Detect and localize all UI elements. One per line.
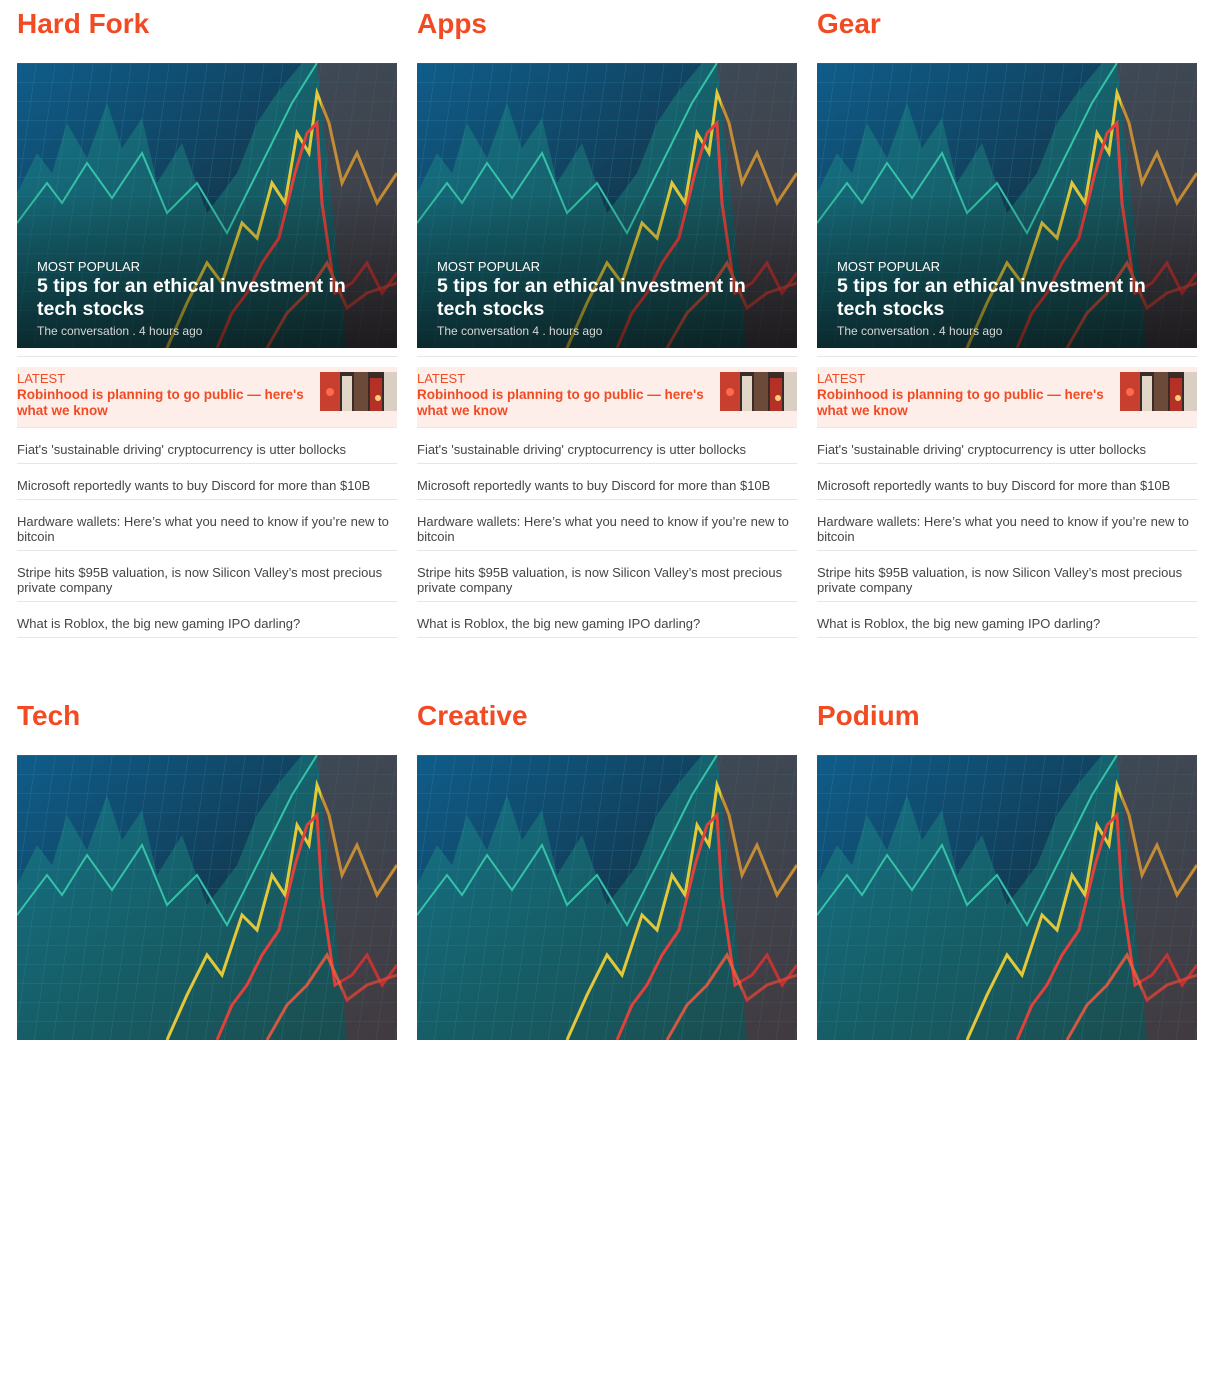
hero-text: Most popular 5 tips for an ethical inves… — [837, 259, 1177, 339]
section-title[interactable]: Tech — [17, 692, 397, 755]
hero-card[interactable] — [417, 755, 797, 1040]
section-tech: Tech — [17, 692, 397, 1384]
section-title[interactable]: Apps — [417, 0, 797, 63]
section-title[interactable]: Gear — [817, 0, 1197, 63]
divider — [817, 356, 1197, 357]
list-item[interactable]: Stripe hits $95B valuation, is now Silic… — [417, 551, 797, 602]
latest-title[interactable]: Robinhood is planning to go public — her… — [17, 387, 317, 419]
list-item[interactable]: Fiat's 'sustainable driving' cryptocurre… — [817, 428, 1197, 464]
latest-title[interactable]: Robinhood is planning to go public — her… — [417, 387, 717, 419]
list-item[interactable]: Fiat's 'sustainable driving' cryptocurre… — [17, 428, 397, 464]
hero-text: Most popular 5 tips for an ethical inves… — [37, 259, 377, 339]
section-creative: Creative — [417, 692, 797, 1384]
hero-kicker: Most popular — [437, 259, 541, 274]
divider — [417, 356, 797, 357]
article-list: Fiat's 'sustainable driving' cryptocurre… — [17, 428, 397, 638]
list-item[interactable]: Hardware wallets: Here’s what you need t… — [17, 500, 397, 551]
hero-card[interactable]: Most popular 5 tips for an ethical inves… — [17, 63, 397, 348]
hero-card[interactable] — [817, 755, 1197, 1040]
list-item[interactable]: What is Roblox, the big new gaming IPO d… — [17, 602, 397, 638]
latest-thumbnail[interactable] — [720, 372, 797, 411]
list-item[interactable]: Microsoft reportedly wants to buy Discor… — [817, 464, 1197, 500]
list-item[interactable]: Hardware wallets: Here’s what you need t… — [417, 500, 797, 551]
latest-thumbnail[interactable] — [1120, 372, 1197, 411]
hero-title[interactable]: 5 tips for an ethical investment in tech… — [37, 275, 377, 321]
latest-title[interactable]: Robinhood is planning to go public — her… — [817, 387, 1117, 419]
hero-kicker: Most popular — [837, 259, 941, 274]
hero-meta: The conversation . 4 hours ago — [37, 324, 203, 338]
hero-image — [817, 755, 1197, 1040]
latest-card[interactable]: Latest Robinhood is planning to go publi… — [417, 367, 797, 428]
hero-card[interactable]: Most popular 5 tips for an ethical inves… — [417, 63, 797, 348]
article-list: Fiat's 'sustainable driving' cryptocurre… — [817, 428, 1197, 638]
list-item[interactable]: What is Roblox, the big new gaming IPO d… — [817, 602, 1197, 638]
hero-image — [417, 755, 797, 1040]
hero-meta: The conversation . 4 hours ago — [837, 324, 1003, 338]
section-apps: Apps Most popular 5 tips for an ethical … — [417, 0, 797, 692]
list-item[interactable]: Fiat's 'sustainable driving' cryptocurre… — [417, 428, 797, 464]
section-title[interactable]: Hard Fork — [17, 0, 397, 63]
section-title[interactable]: Podium — [817, 692, 1197, 755]
article-list: Fiat's 'sustainable driving' cryptocurre… — [417, 428, 797, 638]
hero-title[interactable]: 5 tips for an ethical investment in tech… — [837, 275, 1177, 321]
list-item[interactable]: Microsoft reportedly wants to buy Discor… — [17, 464, 397, 500]
latest-kicker: Latest — [817, 371, 866, 386]
section-podium: Podium — [817, 692, 1197, 1384]
hero-card[interactable] — [17, 755, 397, 1040]
divider — [17, 356, 397, 357]
hero-meta: The conversation 4 . hours ago — [437, 324, 603, 338]
latest-thumbnail[interactable] — [320, 372, 397, 411]
category-grid: Hard Fork Most popular 5 tips for an eth… — [17, 0, 1217, 1384]
list-item[interactable]: Microsoft reportedly wants to buy Discor… — [417, 464, 797, 500]
latest-card[interactable]: Latest Robinhood is planning to go publi… — [17, 367, 397, 428]
hero-card[interactable]: Most popular 5 tips for an ethical inves… — [817, 63, 1197, 348]
hero-title[interactable]: 5 tips for an ethical investment in tech… — [437, 275, 777, 321]
section-gear: Gear Most popular 5 tips for an ethical … — [817, 0, 1197, 692]
list-item[interactable]: What is Roblox, the big new gaming IPO d… — [417, 602, 797, 638]
latest-card[interactable]: Latest Robinhood is planning to go publi… — [817, 367, 1197, 428]
list-item[interactable]: Stripe hits $95B valuation, is now Silic… — [817, 551, 1197, 602]
list-item[interactable]: Hardware wallets: Here’s what you need t… — [817, 500, 1197, 551]
latest-kicker: Latest — [17, 371, 66, 386]
hero-kicker: Most popular — [37, 259, 141, 274]
hero-text: Most popular 5 tips for an ethical inves… — [437, 259, 777, 339]
list-item[interactable]: Stripe hits $95B valuation, is now Silic… — [17, 551, 397, 602]
hero-image — [17, 755, 397, 1040]
latest-kicker: Latest — [417, 371, 466, 386]
section-title[interactable]: Creative — [417, 692, 797, 755]
section-hard-fork: Hard Fork Most popular 5 tips for an eth… — [17, 0, 397, 692]
